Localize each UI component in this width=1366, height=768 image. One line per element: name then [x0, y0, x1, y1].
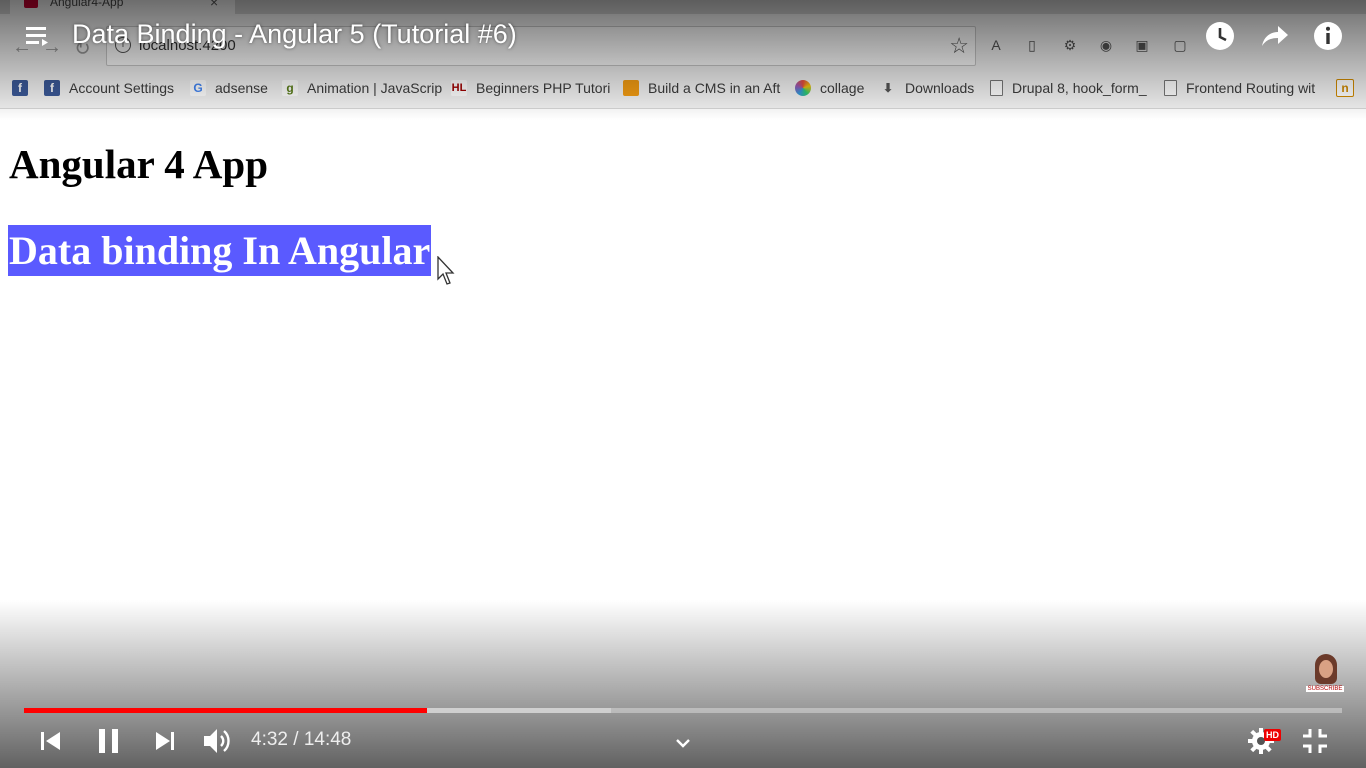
bookmark-more[interactable]: n: [1336, 78, 1363, 98]
angular-extension-icon[interactable]: A: [986, 35, 1006, 55]
google-icon: G: [190, 80, 206, 96]
subscribe-watermark[interactable]: SUBSCRIBE: [1306, 654, 1344, 696]
page-icon: [1164, 80, 1177, 96]
progress-played: [24, 708, 427, 713]
exit-fullscreen-icon[interactable]: [1301, 726, 1329, 756]
bookmark-label: collage: [820, 80, 865, 96]
share-icon[interactable]: [1258, 20, 1290, 52]
extension-icon[interactable]: ▯: [1022, 35, 1042, 55]
avatar-face: [1319, 660, 1333, 678]
bookmark-label: Account Settings: [69, 80, 175, 96]
previous-icon[interactable]: [38, 726, 64, 756]
bookmark-drupal[interactable]: Drupal 8, hook_form_: [990, 78, 1147, 98]
extension-icon[interactable]: ▢: [1170, 35, 1190, 55]
volume-icon[interactable]: [202, 726, 236, 756]
trello-extension-icon[interactable]: ▣: [1132, 35, 1152, 55]
angular-icon: [24, 0, 38, 8]
bookmark-label: Drupal 8, hook_form_: [1012, 80, 1147, 96]
bookmark-icon: n: [1336, 79, 1354, 97]
bookmark-account-settings[interactable]: f Account Settings: [44, 78, 174, 98]
extension-icon[interactable]: ◉: [1096, 35, 1116, 55]
video-title[interactable]: Data Binding - Angular 5 (Tutorial #6): [72, 19, 517, 50]
bookmark-frontend-routing[interactable]: Frontend Routing wit: [1164, 78, 1315, 98]
data-binding-highlighted-text: Data binding In Angular: [8, 225, 432, 276]
info-card-icon[interactable]: [1312, 20, 1344, 52]
facebook-icon: f: [44, 80, 60, 96]
browser-chrome: Angular4-App × ← → ↻ i localhost:4200 ☆ …: [0, 0, 1366, 109]
watch-later-clock-icon[interactable]: [1204, 20, 1236, 52]
tab-title: Angular4-App: [50, 0, 124, 9]
bookmark-collage[interactable]: collage: [795, 78, 864, 98]
gear-extension-icon[interactable]: ⚙: [1060, 35, 1080, 55]
bookmark-beginners-php[interactable]: HL Beginners PHP Tutori: [451, 78, 610, 98]
bookmark-facebook[interactable]: f: [12, 78, 37, 98]
bookmark-adsense[interactable]: G adsense: [190, 78, 268, 98]
progress-bar[interactable]: [24, 708, 1342, 713]
tab-strip: Angular4-App ×: [0, 0, 1366, 14]
bookmark-label: Build a CMS in an Aft: [648, 80, 781, 96]
tab-close-icon[interactable]: ×: [210, 0, 218, 10]
bookmark-animation[interactable]: g Animation | JavaScrip: [282, 78, 442, 98]
orange-icon: [623, 80, 639, 96]
mouse-cursor-icon: [437, 256, 455, 285]
page-heading: Angular 4 App: [9, 141, 269, 187]
bookmark-label: Animation | JavaScrip: [307, 80, 443, 96]
bookmark-downloads[interactable]: ⬇ Downloads: [880, 78, 974, 98]
pause-icon[interactable]: [96, 726, 122, 756]
bookmark-star-icon[interactable]: ☆: [949, 33, 969, 59]
bookmark-label: adsense: [215, 80, 268, 96]
bookmark-label: Frontend Routing wit: [1186, 80, 1316, 96]
collage-icon: [795, 80, 811, 96]
download-icon: ⬇: [882, 81, 894, 95]
bookmark-label: Beginners PHP Tutori: [476, 80, 611, 96]
page-icon: [990, 80, 1003, 96]
bookmark-label: Downloads: [905, 80, 975, 96]
hd-badge: HD: [1264, 729, 1281, 741]
browser-tab[interactable]: Angular4-App ×: [10, 0, 235, 14]
playlist-menu-icon[interactable]: [26, 26, 52, 46]
hl-icon: HL: [451, 80, 467, 96]
bookmarks-bar: f f Account Settings G adsense g Animati…: [0, 72, 1366, 104]
bookmark-build-cms[interactable]: Build a CMS in an Aft: [623, 78, 780, 98]
facebook-icon: f: [12, 80, 28, 96]
time-display: 4:32 / 14:48: [251, 729, 352, 750]
subscribe-label: SUBSCRIBE: [1306, 686, 1344, 692]
chevron-down-icon[interactable]: [674, 728, 692, 758]
next-icon[interactable]: [152, 726, 178, 756]
greensock-icon: g: [282, 80, 298, 96]
